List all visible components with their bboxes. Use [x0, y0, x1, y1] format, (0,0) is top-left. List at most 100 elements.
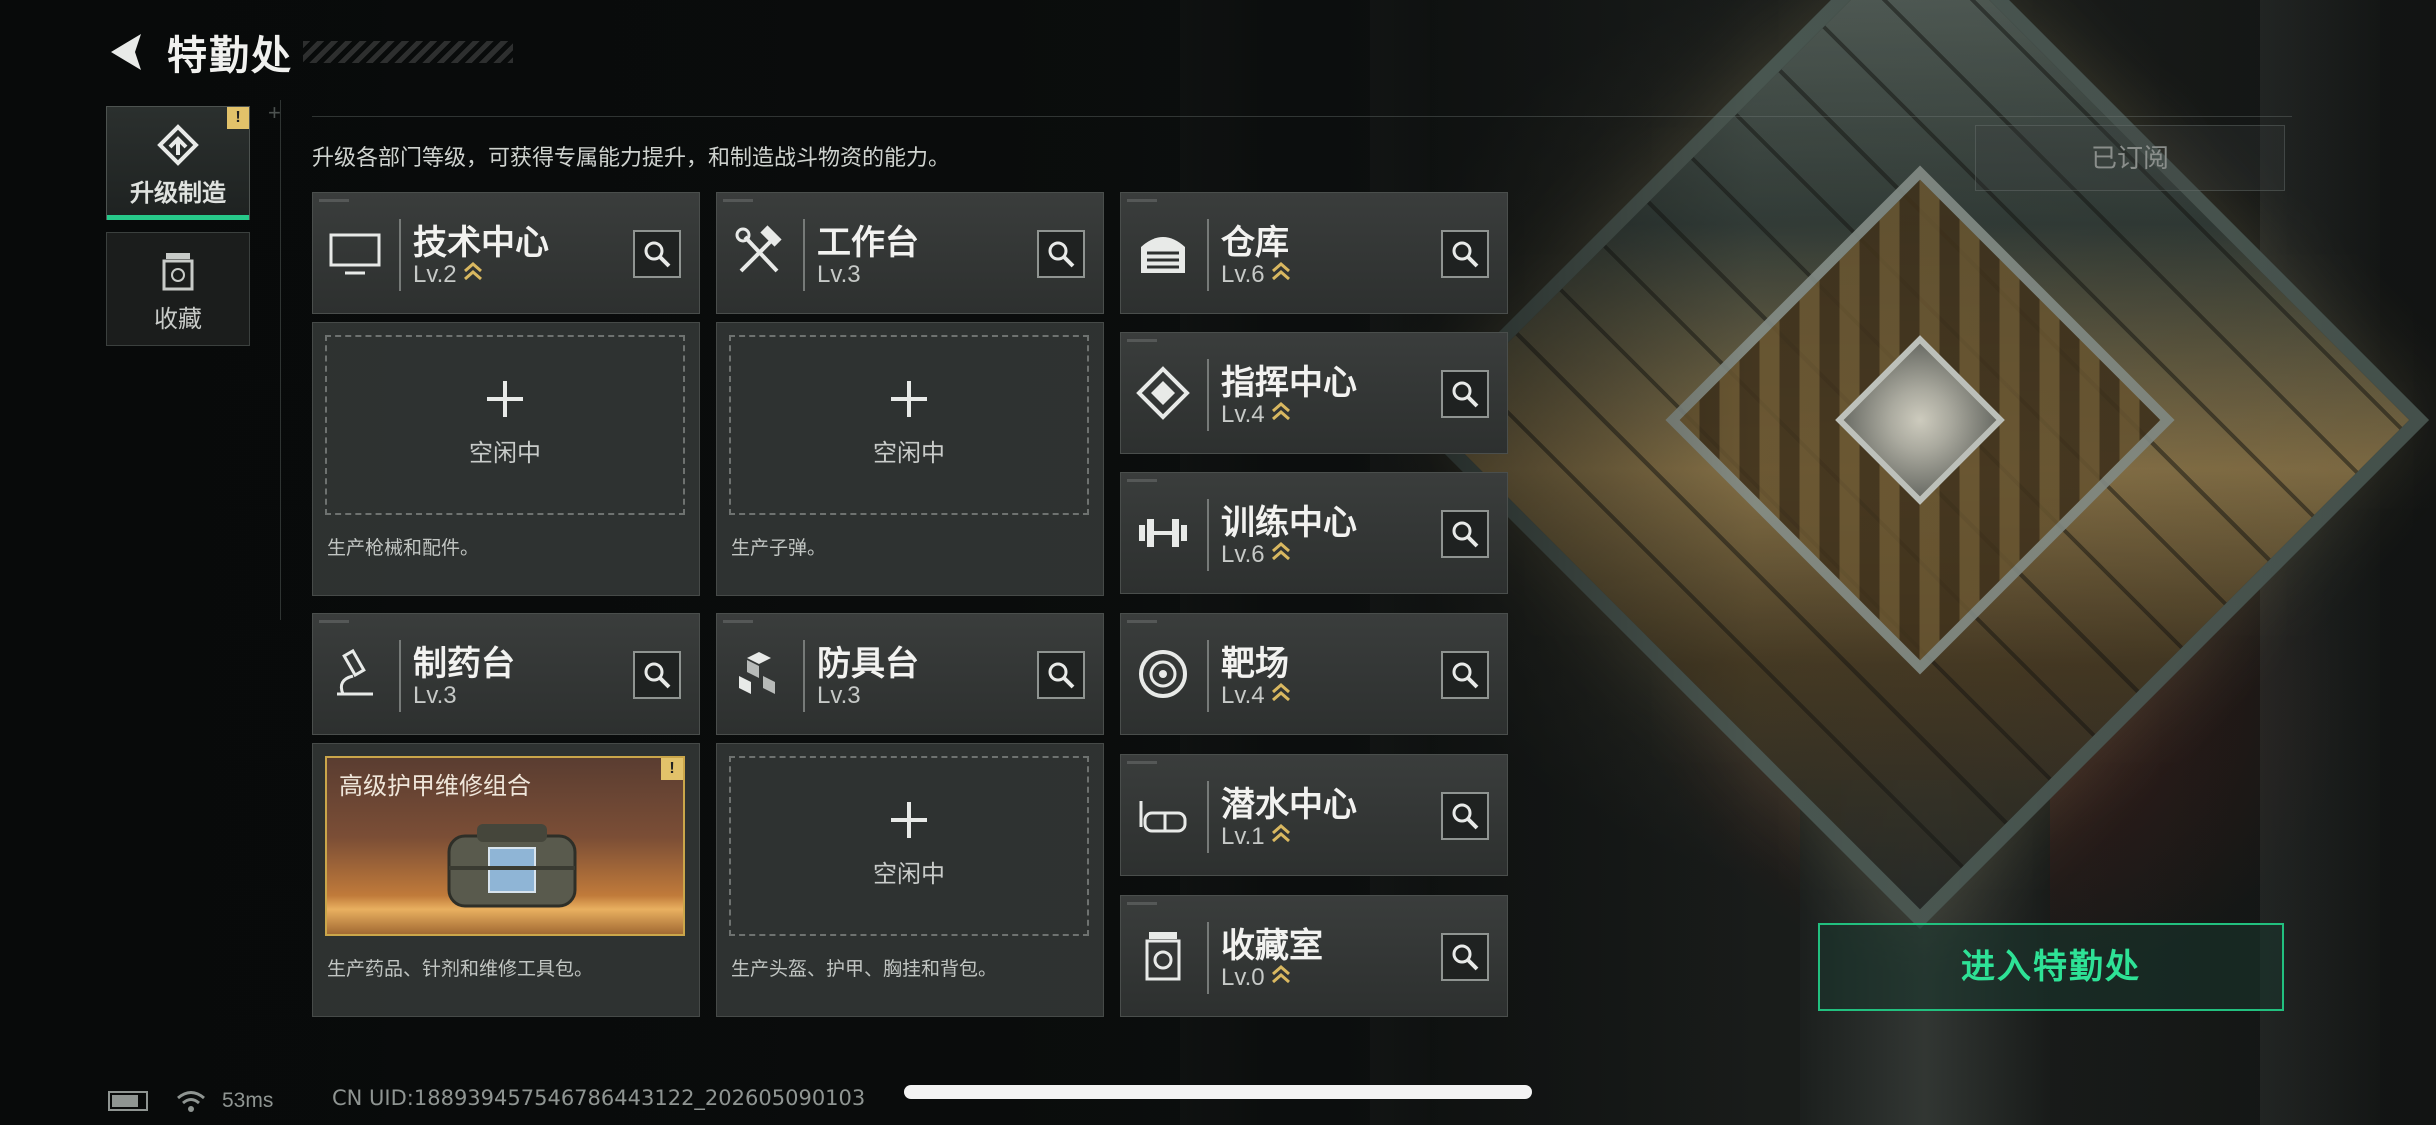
- microscope-icon: [337, 648, 373, 696]
- subscribed-button[interactable]: 已订阅: [1975, 125, 2285, 191]
- production-panel-pharmacy: 高级护甲维修组合 ! 生产药品、针剂和维修工具包。: [312, 743, 700, 1017]
- separator: [1207, 359, 1209, 431]
- dept-level: Lv.4: [1221, 401, 1291, 429]
- dept-name: 指挥中心: [1221, 364, 1357, 402]
- dept-level: Lv.3: [413, 682, 457, 709]
- notification-badge: !: [227, 107, 249, 129]
- command-chip-icon: [1136, 366, 1190, 420]
- production-panel-tech: 空闲中 生产枪械和配件。: [312, 322, 700, 596]
- production-slot-item[interactable]: 高级护甲维修组合 !: [325, 756, 685, 936]
- production-slot-empty[interactable]: 空闲中: [729, 335, 1089, 515]
- hammer-wrench-icon: [735, 225, 782, 273]
- dept-name: 制药台: [413, 645, 515, 683]
- dept-diving-center[interactable]: 潜水中心 Lv.1: [1120, 754, 1508, 876]
- search-button[interactable]: [1441, 370, 1489, 418]
- dept-level: Lv.1: [1221, 823, 1291, 851]
- separator: [399, 640, 401, 712]
- dept-warehouse[interactable]: 仓库 Lv.6: [1120, 192, 1508, 314]
- page-subtitle: 升级各部门等级，可获得专属能力提升，和制造战斗物资的能力。: [312, 145, 951, 170]
- plus-icon: [891, 802, 927, 838]
- search-button[interactable]: [633, 230, 681, 278]
- dept-level: Lv.0: [1221, 964, 1291, 992]
- status-bar: 53ms: [108, 1086, 273, 1116]
- dept-name: 工作台: [817, 224, 919, 262]
- crosshair-mark: +: [268, 100, 281, 125]
- monitor-icon: [329, 233, 381, 275]
- search-button[interactable]: [1441, 792, 1489, 840]
- search-button[interactable]: [1037, 651, 1085, 699]
- tab-upgrade-craft[interactable]: 升级制造 !: [106, 106, 250, 220]
- slot-status: 空闲中: [873, 861, 945, 888]
- separator: [1207, 640, 1209, 712]
- separator: [1207, 922, 1209, 994]
- dept-name: 潜水中心: [1221, 786, 1357, 824]
- upgrade-available-icon: [1271, 262, 1291, 281]
- dept-tech-center[interactable]: 技术中心 Lv.2: [312, 192, 700, 314]
- production-description: 生产子弹。: [731, 538, 827, 559]
- dept-shooting-range[interactable]: 靶场 Lv.4: [1120, 613, 1508, 735]
- upgrade-available-icon: [1271, 683, 1291, 702]
- dept-armor-bench[interactable]: 防具台 Lv.3: [716, 613, 1104, 735]
- upgrade-available-icon: [1271, 542, 1291, 561]
- upgrade-icon: [157, 124, 199, 166]
- search-icon: [1452, 381, 1479, 408]
- collection-jar-icon: [162, 253, 194, 291]
- search-icon: [644, 241, 671, 268]
- item-name: 高级护甲维修组合: [339, 773, 531, 800]
- search-button[interactable]: [633, 651, 681, 699]
- search-icon: [1452, 803, 1479, 830]
- armor-repair-kit-image: [447, 824, 577, 908]
- search-icon: [644, 662, 671, 689]
- separator: [1207, 781, 1209, 853]
- dept-name: 防具台: [817, 645, 919, 683]
- wifi-icon: [177, 1091, 205, 1112]
- production-panel-workbench: 空闲中 生产子弹。: [716, 322, 1104, 596]
- search-icon: [1048, 241, 1075, 268]
- upgrade-available-icon: [1271, 402, 1291, 421]
- page-header: 特勤处: [105, 22, 513, 82]
- battery-icon: [108, 1091, 148, 1111]
- search-button[interactable]: [1441, 510, 1489, 558]
- production-panel-armor: 空闲中 生产头盔、护甲、胸挂和背包。: [716, 743, 1104, 1017]
- dumbbell-icon: [1139, 519, 1187, 547]
- search-button[interactable]: [1037, 230, 1085, 278]
- dept-name: 技术中心: [413, 224, 549, 262]
- search-icon: [1452, 521, 1479, 548]
- dept-workbench[interactable]: 工作台 Lv.3: [716, 192, 1104, 314]
- back-arrow-icon[interactable]: [105, 30, 149, 74]
- search-button[interactable]: [1441, 230, 1489, 278]
- tab-collection[interactable]: 收藏: [106, 232, 250, 346]
- production-slot-empty[interactable]: 空闲中: [325, 335, 685, 515]
- production-slot-empty[interactable]: 空闲中: [729, 756, 1089, 936]
- divider: [280, 100, 281, 620]
- search-icon: [1452, 944, 1479, 971]
- dept-training-center[interactable]: 训练中心 Lv.6: [1120, 472, 1508, 594]
- dept-pharmacy[interactable]: 制药台 Lv.3: [312, 613, 700, 735]
- upgrade-available-icon: [1271, 965, 1291, 984]
- dept-level: Lv.6: [1221, 261, 1291, 289]
- production-description: 生产头盔、护甲、胸挂和背包。: [731, 959, 998, 980]
- tab-upgrade-craft-label: 升级制造: [130, 180, 226, 207]
- enter-special-ops-button[interactable]: 进入特勤处: [1818, 923, 2284, 1011]
- home-indicator[interactable]: [904, 1085, 1532, 1099]
- title-decoration: [303, 41, 513, 63]
- armor-blocks-icon: [739, 652, 775, 694]
- dept-name: 收藏室: [1221, 927, 1323, 965]
- target-icon: [1139, 650, 1187, 698]
- search-button[interactable]: [1441, 651, 1489, 699]
- slot-status: 空闲中: [469, 440, 541, 467]
- search-icon: [1048, 662, 1075, 689]
- dept-name: 训练中心: [1221, 504, 1357, 542]
- separator: [803, 219, 805, 291]
- divider: [312, 116, 2292, 117]
- user-uid: CN UID:18893945754678644312​2_2026050901…: [332, 1086, 866, 1110]
- dept-command-center[interactable]: 指挥中心 Lv.4: [1120, 332, 1508, 454]
- separator: [1207, 499, 1209, 571]
- production-description: 生产药品、针剂和维修工具包。: [327, 959, 594, 980]
- dept-collection-room[interactable]: 收藏室 Lv.0: [1120, 895, 1508, 1017]
- tab-collection-label: 收藏: [154, 306, 202, 333]
- diving-mask-icon: [1139, 801, 1187, 833]
- search-button[interactable]: [1441, 933, 1489, 981]
- separator: [399, 219, 401, 291]
- production-description: 生产枪械和配件。: [327, 538, 480, 559]
